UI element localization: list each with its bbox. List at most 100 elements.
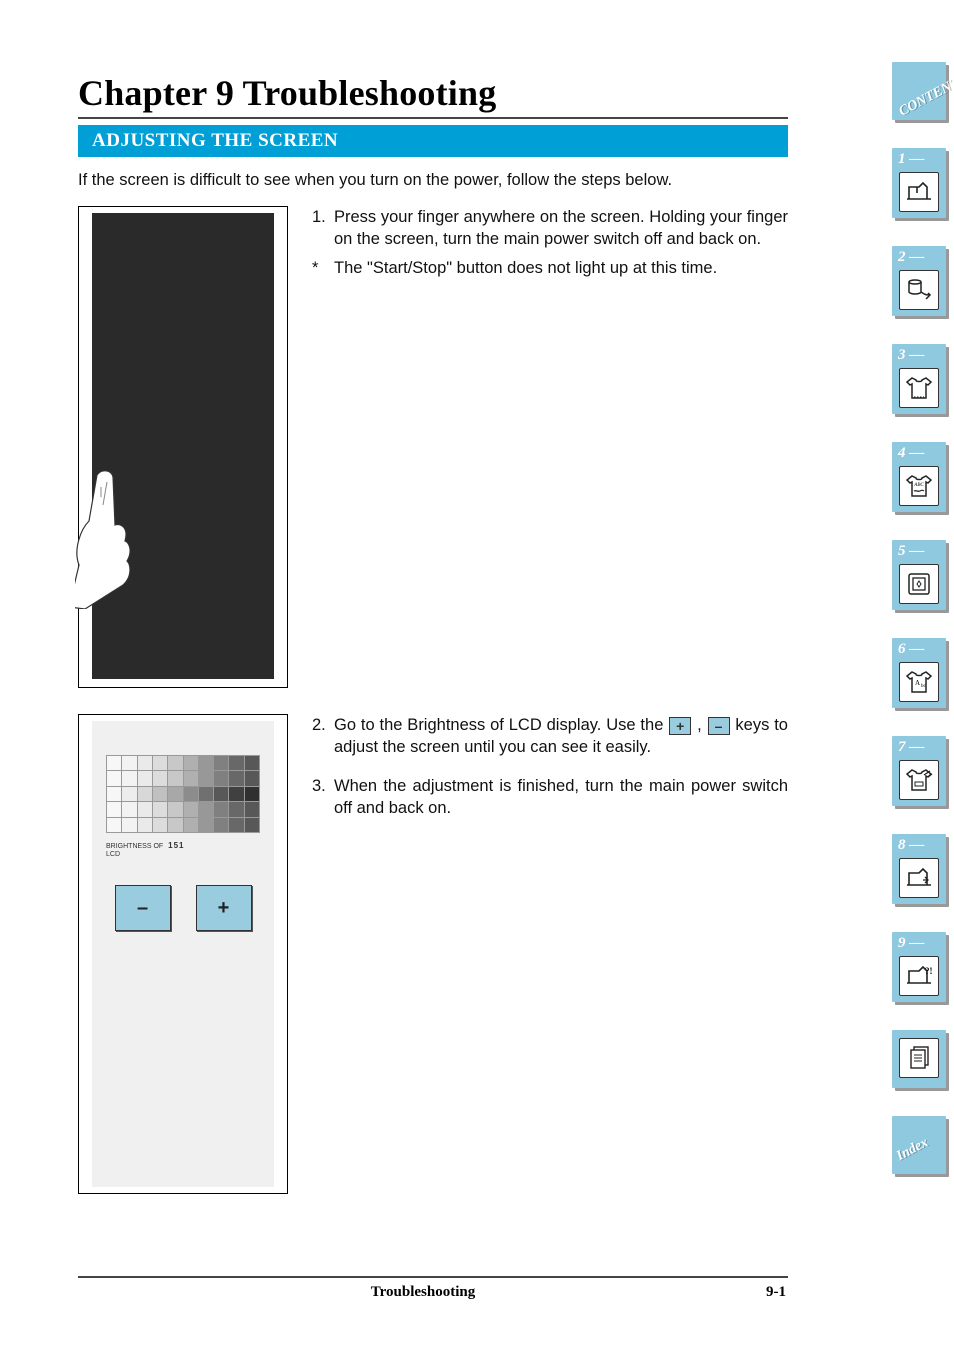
my-custom-icon [899,858,939,898]
grid-cell [245,756,260,771]
grid-cell [122,756,137,771]
tab-chapter-5[interactable]: 5 — [892,540,946,610]
pages-icon [899,1038,939,1078]
grid-cell [138,756,153,771]
grid-cell [153,802,168,817]
grid-cell [245,802,260,817]
chapter-title: Chapter 9 Troubleshooting [78,72,788,119]
grid-cell [107,756,122,771]
sewing-machine-icon [899,172,939,212]
grid-cell [107,818,122,833]
dark-screen [92,213,274,679]
grid-cell [245,818,260,833]
step-2-mid: , [692,716,706,734]
grid-cell [199,787,214,802]
tab-chapter-8[interactable]: 8 — [892,834,946,904]
step-1-text: Press your finger anywhere on the screen… [334,206,788,251]
grid-cell [168,756,183,771]
tab-index[interactable]: Index [892,1116,946,1174]
tshirt-abc-icon: ABC [899,466,939,506]
svg-text:?!: ?! [925,966,933,976]
tab-chapter-9[interactable]: 9 — ?! [892,932,946,1002]
grid-cell [138,787,153,802]
tab-3-label: 3 — [898,347,924,364]
grid-cell [229,771,244,786]
hoop-frame-icon [899,564,939,604]
grid-cell [138,771,153,786]
grid-cell [153,756,168,771]
grid-cell [168,818,183,833]
svg-text:ABC: ABC [913,483,924,488]
grid-cell [107,802,122,817]
grid-cell [153,787,168,802]
grid-cell [199,756,214,771]
brightness-minus-button[interactable]: – [115,885,171,931]
grid-cell [229,756,244,771]
figure-brightness-screen: BRIGHTNESS OF 151 LCD – + [78,714,288,1194]
tab-4-label: 4 — [898,445,924,462]
grid-cell [229,787,244,802]
grid-cell [184,771,199,786]
tab-chapter-2[interactable]: 2 — [892,246,946,316]
grid-cell [184,802,199,817]
intro-text: If the screen is difficult to see when y… [78,169,788,192]
grid-cell [153,818,168,833]
tshirt-design-icon [899,760,939,800]
minus-key-icon: – [708,717,730,735]
tab-1-label: 1 — [898,151,924,168]
grid-cell [184,756,199,771]
tab-7-label: 7 — [898,739,924,756]
tab-chapter-4[interactable]: 4 — ABC [892,442,946,512]
section-title: ADJUSTING THE SCREEN [92,130,338,152]
figure-touchscreen-dark [78,206,288,688]
tab-appendix[interactable] [892,1030,946,1088]
tab-chapter-3[interactable]: 3 — [892,344,946,414]
step-2-before: Go to the Brightness of LCD display. Use… [334,716,668,734]
grid-cell [229,802,244,817]
grid-cell [214,787,229,802]
tab-2-label: 2 — [898,249,924,266]
plus-key-icon: + [669,717,691,735]
grid-cell [229,818,244,833]
note-asterisk: * [312,257,334,279]
grid-cell [184,818,199,833]
brightness-label-line1: BRIGHTNESS OF [106,843,163,850]
troubleshoot-icon: ?! [899,956,939,996]
grid-cell [138,818,153,833]
tab-chapter-1[interactable]: 1 — [892,148,946,218]
grid-cell [199,802,214,817]
grid-cell [245,771,260,786]
grid-cell [122,787,137,802]
tab-index-label: Index [894,1135,931,1165]
grid-cell [122,802,137,817]
brightness-label: BRIGHTNESS OF 151 LCD [106,841,274,859]
tab-contents-label: CONTENTS [897,72,954,121]
section-heading-bar: ADJUSTING THE SCREEN [78,125,788,157]
grid-cell [199,818,214,833]
thread-spool-icon [899,270,939,310]
grid-cell [168,771,183,786]
tab-contents[interactable]: CONTENTS [892,62,946,120]
grid-cell [107,787,122,802]
grid-cell [122,771,137,786]
brightness-value: 151 [168,841,184,850]
grid-cell [184,787,199,802]
grid-cell [168,787,183,802]
tab-chapter-7[interactable]: 7 — [892,736,946,806]
tab-5-label: 5 — [898,543,924,560]
tab-chapter-6[interactable]: 6 — Abc [892,638,946,708]
brightness-label-line2: LCD [106,851,120,858]
grid-cell [199,771,214,786]
grid-cell [245,787,260,802]
footer-center: Troubleshooting [371,1284,475,1301]
brightness-plus-button[interactable]: + [196,885,252,931]
grid-cell [153,771,168,786]
step-1-number: 1. [312,206,334,251]
step-2-number: 2. [312,714,334,759]
grid-cell [214,756,229,771]
note-text: The "Start/Stop" button does not light u… [334,257,788,279]
footer-page-number: 9-1 [766,1284,786,1301]
step-3-text: When the adjustment is finished, turn th… [334,775,788,820]
step-2-text: Go to the Brightness of LCD display. Use… [334,714,788,759]
step-3-number: 3. [312,775,334,820]
